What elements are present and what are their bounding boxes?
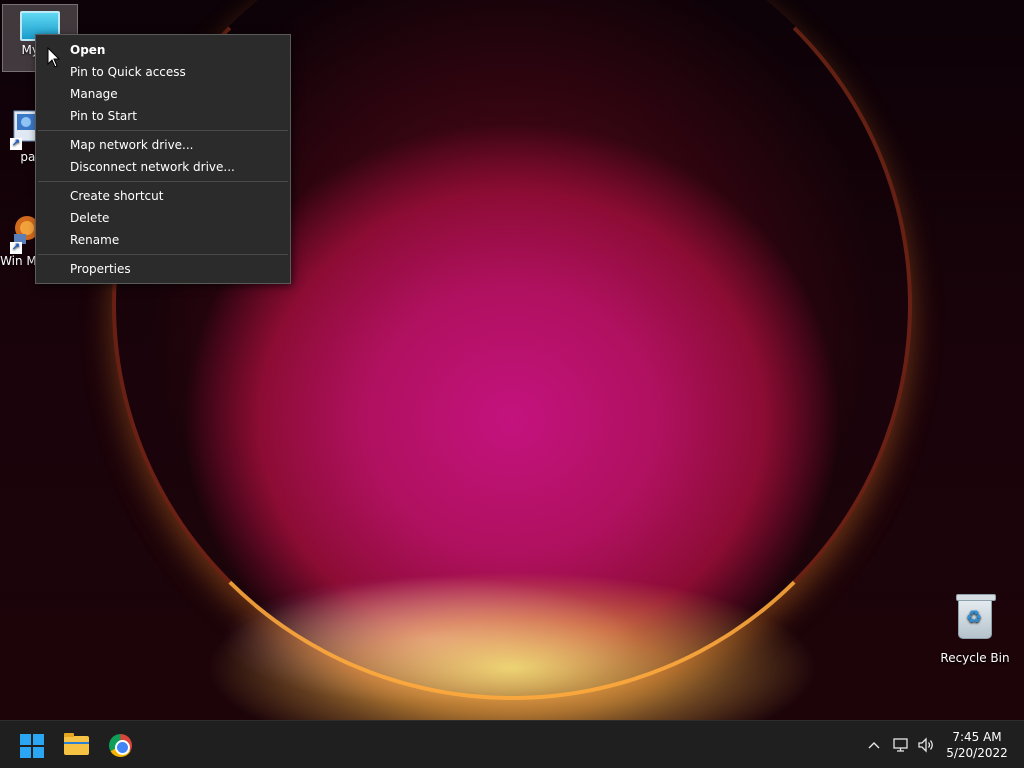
mouse-cursor-icon	[47, 47, 61, 68]
menu-item-properties[interactable]: Properties	[36, 258, 290, 280]
menu-item-disconnect-network-drive[interactable]: Disconnect network drive...	[36, 156, 290, 178]
volume-icon[interactable]	[916, 735, 936, 755]
taskbar: 7:45 AM 5/20/2022	[0, 720, 1024, 768]
menu-item-create-shortcut[interactable]: Create shortcut	[36, 185, 290, 207]
folder-icon	[64, 733, 89, 755]
desktop-icon-label: Recycle Bin	[940, 651, 1010, 665]
desktop-icon-recycle-bin[interactable]: ♻ Recycle Bin	[937, 594, 1013, 665]
menu-item-pin-to-start[interactable]: Pin to Start	[36, 105, 290, 127]
menu-item-rename[interactable]: Rename	[36, 229, 290, 251]
tray-overflow-chevron-icon[interactable]	[864, 735, 884, 755]
chrome-button[interactable]	[104, 729, 136, 761]
menu-item-open[interactable]: Open	[36, 39, 290, 61]
clock-time: 7:45 AM	[952, 730, 1002, 744]
shortcut-arrow-icon: ↗	[10, 138, 22, 150]
shortcut-arrow-icon: ↗	[10, 242, 22, 254]
chrome-icon	[109, 734, 132, 757]
start-button[interactable]	[16, 729, 48, 761]
menu-separator	[38, 254, 288, 255]
clock-date: 5/20/2022	[946, 746, 1008, 760]
menu-item-map-network-drive[interactable]: Map network drive...	[36, 134, 290, 156]
file-explorer-button[interactable]	[60, 729, 92, 761]
network-icon[interactable]	[891, 735, 911, 755]
recycle-bin-icon: ♻	[956, 594, 996, 639]
show-desktop-button[interactable]	[1019, 721, 1024, 768]
menu-item-pin-quick-access[interactable]: Pin to Quick access	[36, 61, 290, 83]
menu-separator	[38, 130, 288, 131]
menu-item-delete[interactable]: Delete	[36, 207, 290, 229]
taskbar-clock[interactable]: 7:45 AM 5/20/2022	[940, 729, 1014, 761]
windows-logo-icon	[20, 734, 44, 758]
menu-separator	[38, 181, 288, 182]
menu-item-manage[interactable]: Manage	[36, 83, 290, 105]
context-menu: Open Pin to Quick access Manage Pin to S…	[35, 34, 291, 284]
